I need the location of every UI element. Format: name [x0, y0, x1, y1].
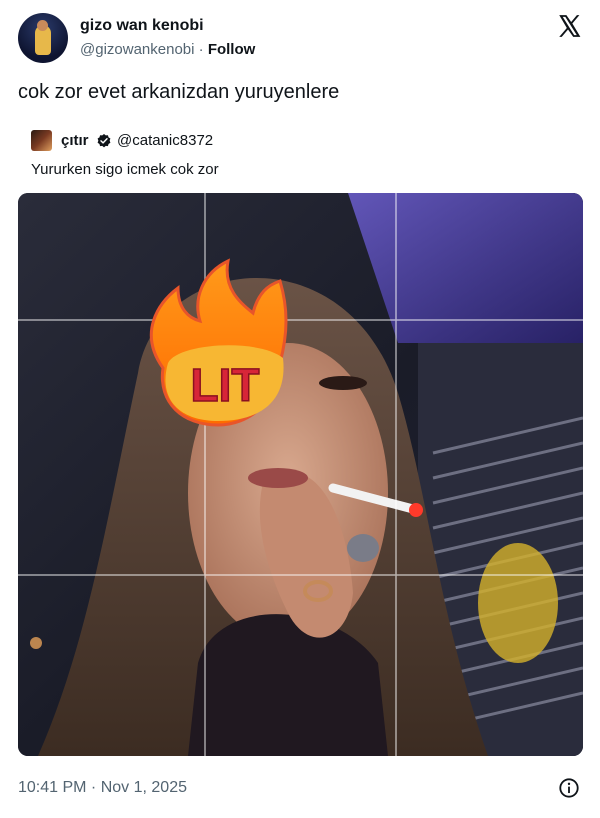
author-handle[interactable]: @gizowankenobi	[80, 41, 194, 58]
quoted-avatar[interactable]	[31, 130, 52, 151]
photo-scene: LIT	[18, 193, 583, 756]
sticker-text: LIT	[191, 359, 260, 411]
quoted-handle[interactable]: @catanic8372	[117, 132, 213, 149]
street-light	[30, 637, 42, 649]
follow-button[interactable]: Follow	[208, 41, 256, 58]
quoted-text: Yururken sigo icmek cok zor	[31, 161, 219, 178]
author-handle-line: @gizowankenobi · Follow	[80, 41, 255, 58]
author-avatar[interactable]	[18, 13, 68, 63]
ring	[347, 534, 379, 562]
verified-badge-icon	[97, 134, 111, 148]
info-icon[interactable]	[558, 777, 580, 799]
handle-separator: ·	[198, 41, 204, 58]
quoted-name[interactable]: çıtır	[61, 132, 89, 149]
tweet-photo[interactable]: LIT	[18, 193, 583, 756]
x-logo-icon[interactable]	[556, 13, 582, 39]
tweet-text: cok zor evet arkanizdan yuruyenlere	[18, 81, 340, 103]
eye	[319, 376, 367, 390]
cigarette-ember	[409, 503, 423, 517]
timestamp[interactable]: 10:41 PM · Nov 1, 2025	[18, 779, 187, 797]
lips	[248, 468, 308, 488]
avatar-head	[37, 20, 48, 31]
author-name[interactable]: gizo wan kenobi	[80, 17, 204, 35]
graffiti-figure	[478, 543, 558, 663]
